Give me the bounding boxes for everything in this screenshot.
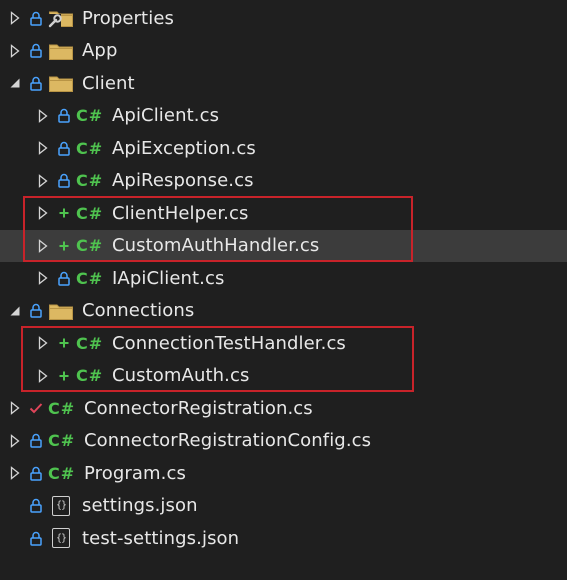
tree-item-label: settings.json: [82, 495, 198, 516]
tree-item[interactable]: C# ApiResponse.cs: [0, 165, 567, 197]
tree-item-label: ApiException.cs: [112, 137, 256, 159]
folder-icon: [48, 73, 74, 93]
tree-item[interactable]: {} settings.json: [0, 490, 567, 522]
csharp-glyph: C#: [48, 398, 76, 418]
lock-icon: [56, 173, 72, 189]
tree-item[interactable]: C# ConnectorRegistrationConfig.cs: [0, 425, 567, 457]
csharp-file-icon: C#: [76, 138, 104, 158]
csharp-file-icon: C#: [76, 171, 104, 191]
expand-arrow-icon[interactable]: [36, 140, 50, 156]
csharp-glyph: C#: [76, 106, 104, 125]
tree-item[interactable]: App: [0, 35, 567, 67]
json-file-icon: {}: [48, 495, 74, 516]
lock-icon: [28, 10, 44, 26]
csharp-file-icon: C#: [76, 268, 104, 288]
csharp-file-icon: C#: [48, 431, 76, 451]
tree-item-label: Program.cs: [84, 462, 186, 484]
expand-arrow-icon[interactable]: [8, 10, 22, 26]
tree-item[interactable]: C# ApiException.cs: [0, 132, 567, 164]
tree-item[interactable]: Connections: [0, 295, 567, 327]
tree-item[interactable]: Client: [0, 67, 567, 99]
lock-icon: [56, 140, 72, 156]
csharp-file-icon: C#: [76, 106, 104, 126]
lock-icon: [28, 75, 44, 91]
folder-icon: [48, 41, 74, 61]
solution-explorer-tree: Properties App Client C# ApiClient.cs C# ApiEx…: [0, 0, 567, 580]
lock-icon: [28, 530, 44, 546]
tree-item-label: ApiResponse.cs: [112, 170, 254, 191]
expand-arrow-icon[interactable]: [36, 173, 50, 189]
tree-item-label: test-settings.json: [82, 527, 240, 549]
expand-arrow-icon[interactable]: [8, 400, 22, 416]
lock-icon: [56, 108, 72, 124]
tree-item[interactable]: C# ConnectorRegistration.cs: [0, 392, 567, 424]
collapse-arrow-icon[interactable]: [8, 303, 22, 319]
tree-item[interactable]: Properties: [0, 2, 567, 34]
highlight-box: [21, 326, 414, 392]
tree-item-label: Connections: [82, 300, 195, 321]
checked-in-icon: [28, 400, 44, 416]
tree-item[interactable]: C# ApiClient.cs: [0, 100, 567, 132]
tree-item-label: Properties: [82, 7, 174, 29]
lock-icon: [28, 465, 44, 481]
folder-icon: [48, 301, 74, 321]
collapse-arrow-icon[interactable]: [8, 75, 22, 91]
expand-arrow-icon[interactable]: [8, 43, 22, 59]
csharp-glyph: C#: [76, 138, 104, 158]
lock-icon: [28, 498, 44, 514]
expand-arrow-icon[interactable]: [8, 433, 22, 449]
tree-item[interactable]: C# Program.cs: [0, 457, 567, 489]
csharp-file-icon: C#: [48, 463, 76, 483]
json-glyph: {}: [52, 528, 70, 548]
tree-item-label: App: [82, 40, 118, 61]
expand-arrow-icon[interactable]: [36, 108, 50, 124]
csharp-glyph: C#: [48, 431, 76, 450]
tree-item-label: IApiClient.cs: [112, 267, 225, 289]
tree-item-label: ConnectorRegistration.cs: [84, 397, 313, 419]
json-glyph: {}: [52, 495, 70, 516]
csharp-glyph: C#: [76, 268, 104, 288]
lock-icon: [28, 303, 44, 319]
highlight-box: [23, 196, 413, 262]
tree-item-label: ApiClient.cs: [112, 105, 220, 126]
lock-icon: [56, 270, 72, 286]
csharp-glyph: C#: [76, 171, 104, 190]
expand-arrow-icon[interactable]: [36, 270, 50, 286]
json-file-icon: {}: [48, 528, 74, 548]
tree-item-label: ConnectorRegistrationConfig.cs: [84, 430, 372, 451]
csharp-glyph: C#: [48, 463, 76, 483]
expand-arrow-icon[interactable]: [8, 465, 22, 481]
csharp-file-icon: C#: [48, 398, 76, 418]
tree-item-label: Client: [82, 72, 135, 94]
tree-item[interactable]: {} test-settings.json: [0, 522, 567, 554]
lock-icon: [28, 433, 44, 449]
lock-icon: [28, 43, 44, 59]
wrench-folder-icon: [48, 8, 74, 28]
tree-item[interactable]: C# IApiClient.cs: [0, 262, 567, 294]
